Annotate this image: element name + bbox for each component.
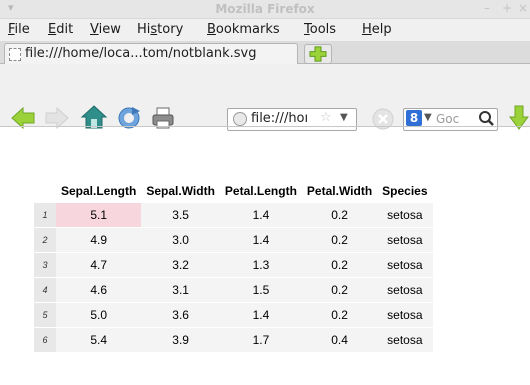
menu-view[interactable]: View — [90, 22, 121, 37]
menu-tools[interactable]: Tools — [304, 22, 336, 37]
table-cell: setosa — [377, 252, 433, 278]
row-index: 4 — [34, 277, 56, 303]
table-cell-highlighted: 5.1 — [56, 203, 142, 228]
row-index: 1 — [34, 203, 56, 228]
table-row: 4 4.6 3.1 1.5 0.2 setosa — [34, 277, 433, 303]
table-row: 1 5.1 3.5 1.4 0.2 setosa — [34, 203, 433, 228]
table-cell: setosa — [377, 227, 433, 253]
tab-label: file:///home/loca...tom/notblank.svg — [25, 46, 257, 61]
table-cell: 4.7 — [56, 252, 142, 278]
table-cell: 3.1 — [141, 277, 220, 303]
minimize-button[interactable]: – — [484, 1, 490, 15]
table-cell: 0.2 — [301, 252, 378, 278]
table-cell: 3.0 — [141, 227, 220, 253]
url-bar[interactable]: file:///hoı ☆ ▼ — [227, 108, 357, 131]
table-cell: 1.5 — [219, 277, 302, 303]
table-cell: 3.5 — [141, 203, 220, 228]
table-cell: 1.4 — [219, 203, 302, 228]
blank-page-icon — [9, 48, 21, 61]
menu-bookmarks[interactable]: Bookmarks — [207, 22, 280, 37]
search-bar[interactable]: 8 ▼ Goc — [403, 108, 498, 131]
bookmark-star-icon[interactable]: ☆ — [320, 110, 332, 125]
table-row: 2 4.9 3.0 1.4 0.2 setosa — [34, 227, 433, 253]
table-row: 5 5.0 3.6 1.4 0.2 setosa — [34, 302, 433, 328]
table-cell: 1.7 — [219, 327, 302, 353]
table-cell: 1.4 — [219, 227, 302, 253]
table-cell: setosa — [377, 327, 433, 353]
table-cell: 0.4 — [301, 327, 378, 353]
table-cell: 3.6 — [141, 302, 220, 328]
table-header-row: Sepal.Length Sepal.Width Petal.Length Pe… — [34, 178, 433, 203]
site-identity-icon[interactable] — [233, 112, 247, 126]
table-cell: 1.4 — [219, 302, 302, 328]
menu-edit[interactable]: Edit — [48, 22, 73, 37]
menu-help[interactable]: Help — [362, 22, 392, 37]
column-header: Petal.Width — [301, 178, 378, 203]
row-index: 2 — [34, 227, 56, 253]
tab-notblank-svg[interactable]: file:///home/loca...tom/notblank.svg — [4, 43, 298, 64]
table-cell: setosa — [377, 203, 433, 228]
window-title: Mozilla Firefox — [215, 2, 315, 16]
menu-bar: File Edit View History Bookmarks Tools H… — [0, 19, 530, 41]
column-header: Sepal.Length — [56, 178, 142, 203]
table-row: 3 4.7 3.2 1.3 0.2 setosa — [34, 252, 433, 278]
row-index: 5 — [34, 302, 56, 328]
stop-icon[interactable] — [371, 107, 395, 131]
close-button[interactable]: × — [518, 1, 528, 15]
plus-icon — [309, 46, 327, 62]
download-arrow-icon[interactable] — [508, 104, 530, 132]
url-history-dropdown-icon[interactable]: ▼ — [340, 112, 348, 123]
table-cell: 0.2 — [301, 277, 378, 303]
table-cell: 0.2 — [301, 227, 378, 253]
reload-icon[interactable] — [116, 105, 142, 131]
column-header: Sepal.Width — [141, 178, 220, 203]
table-cell: 1.3 — [219, 252, 302, 278]
search-engine-icon[interactable]: 8 — [406, 110, 422, 126]
menu-history[interactable]: History — [137, 22, 183, 37]
table-cell: setosa — [377, 302, 433, 328]
row-index-header — [34, 178, 56, 203]
table-cell: 4.9 — [56, 227, 142, 253]
table-cell: 4.6 — [56, 277, 142, 303]
table-cell: 5.0 — [56, 302, 142, 328]
print-icon[interactable] — [150, 105, 176, 131]
tab-strip: file:///home/loca...tom/notblank.svg — [0, 41, 530, 64]
column-header: Species — [377, 178, 433, 203]
maximize-button[interactable]: + — [502, 1, 512, 15]
table-cell: 0.2 — [301, 302, 378, 328]
table-cell: 3.9 — [141, 327, 220, 353]
table-cell: 5.4 — [56, 327, 142, 353]
table-cell: setosa — [377, 277, 433, 303]
url-text[interactable]: file:///hoı — [251, 111, 308, 126]
toolbar-divider — [0, 126, 530, 127]
iris-data-table: Sepal.Length Sepal.Width Petal.Length Pe… — [34, 178, 433, 353]
row-index: 6 — [34, 327, 56, 353]
table-row: 6 5.4 3.9 1.7 0.4 setosa — [34, 327, 433, 353]
menu-file[interactable]: File — [8, 22, 30, 37]
search-engine-dropdown-icon[interactable]: ▼ — [424, 112, 432, 123]
row-index: 3 — [34, 252, 56, 278]
table-cell: 3.2 — [141, 252, 220, 278]
search-input[interactable]: Goc — [436, 112, 459, 126]
title-bar: ▾ Mozilla Firefox – + × — [0, 0, 530, 19]
new-tab-button[interactable] — [304, 44, 332, 64]
column-header: Petal.Length — [219, 178, 302, 203]
table-cell: 0.2 — [301, 203, 378, 228]
